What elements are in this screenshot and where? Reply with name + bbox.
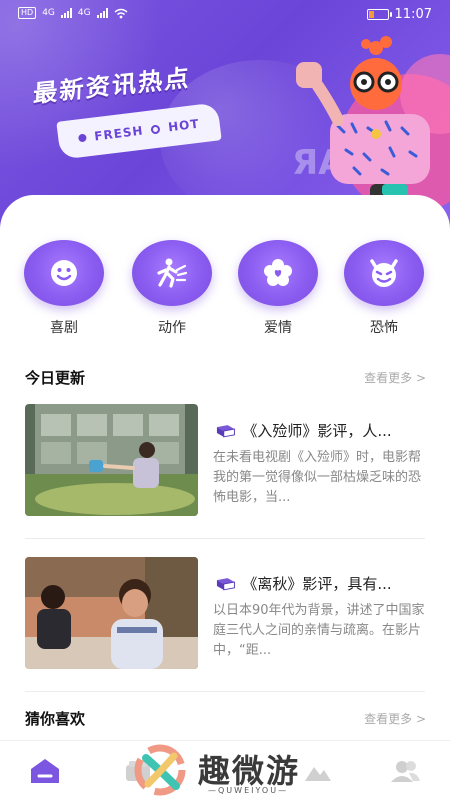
signal-icon (60, 8, 72, 18)
ring-icon (150, 123, 161, 134)
flower-heart-icon (264, 259, 292, 286)
smile-icon (51, 260, 77, 286)
character-illustration: ЯA (292, 36, 450, 214)
running-icon (157, 258, 188, 288)
article-thumbnail (25, 557, 198, 669)
article-item[interactable]: 《入殓师》影评，人... 在未看电视剧《入殓师》时，电影帮我的第一觉得像似一部枯… (25, 404, 425, 516)
status-bar: HD 4G 4G 11:07 (0, 0, 450, 30)
category-action[interactable]: 动作 (132, 240, 212, 337)
section-title-today: 今日更新 (25, 369, 86, 387)
category-horror[interactable]: 恐怖 (344, 240, 424, 337)
category-label: 动作 (158, 320, 186, 336)
article-description: 以日本90年代为背景，讲述了中国家庭三代人之间的亲情与疏离。在影片中，“距... (213, 603, 425, 658)
category-romance[interactable]: 爱情 (238, 240, 318, 337)
hero-tag-fresh: FRESH (93, 123, 145, 144)
book-icon (216, 424, 235, 437)
tab-home[interactable] (25, 753, 65, 789)
network-label-a: 4G (42, 8, 55, 18)
category-comedy[interactable]: 喜剧 (24, 240, 104, 337)
users-icon (391, 761, 420, 782)
article-title: 《入殓师》影评，人... (242, 422, 392, 440)
network-label-b: 4G (77, 8, 91, 18)
category-circle (238, 240, 318, 306)
hd-badge: HD (18, 7, 37, 19)
category-label: 爱情 (264, 320, 292, 336)
category-circle (132, 240, 212, 306)
guess-more-link[interactable]: 查看更多 > (364, 710, 426, 727)
home-icon (31, 759, 59, 783)
today-more-link[interactable]: 查看更多 > (364, 369, 426, 386)
category-row: 喜剧 动作 爱情 恐怖 (0, 240, 450, 340)
watermark-emblem-icon (134, 744, 186, 796)
wifi-icon (114, 8, 128, 18)
category-label: 恐怖 (370, 320, 398, 336)
book-icon (216, 577, 235, 590)
category-circle (344, 240, 424, 306)
status-time: 11:07 (394, 7, 432, 22)
signal-icon-2 (96, 8, 108, 18)
article-item[interactable]: 《离秋》影评，具有... 以日本90年代为背景，讲述了中国家庭三代人之间的亲情与… (25, 557, 425, 669)
dot-icon (78, 133, 87, 143)
article-title: 《离秋》影评，具有... (242, 575, 392, 593)
article-thumbnail (25, 404, 198, 516)
divider (25, 538, 425, 539)
hero-tag-hot: HOT (167, 116, 201, 135)
battery-icon (366, 9, 392, 20)
category-label: 喜剧 (50, 320, 78, 336)
article-description: 在未看电视剧《入殓师》时，电影帮我的第一觉得像似一部枯燥乏味的恐怖电影，当... (213, 450, 422, 505)
section-title-guess: 猜你喜欢 (25, 710, 86, 728)
divider (25, 691, 425, 692)
category-circle (24, 240, 104, 306)
watermark-subtext: —QUWEIYOU— (208, 786, 289, 795)
tab-profile[interactable] (385, 753, 425, 789)
devil-icon (370, 259, 398, 287)
watermark-logo: 趣微游 —QUWEIYOU— (130, 742, 320, 798)
